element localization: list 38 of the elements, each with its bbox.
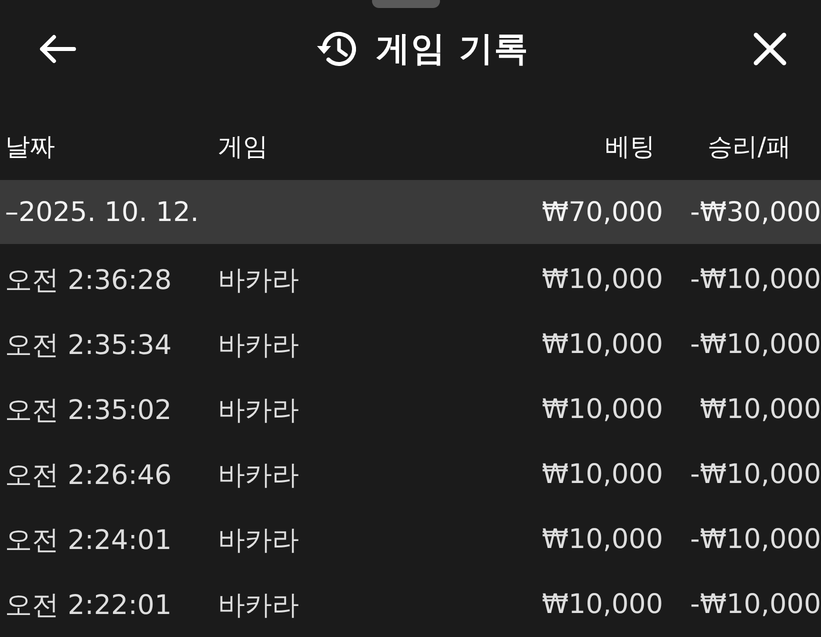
bet-cell: ₩10,000 [542,394,663,425]
game-cell-text: 바카라 [217,458,300,492]
column-header: 베팅 [605,130,656,162]
game-cell-text: 바카라 [217,524,300,558]
result-cell: -₩10,000 [690,264,821,295]
game-cell-text: 바카라 [217,588,300,622]
result-cell: ₩10,000 [700,394,821,425]
game-cell-text: 바카라 [217,264,300,298]
column-header: 날짜 [4,130,56,162]
column-header: 승리/패 [708,130,792,162]
time-cell-text: 오전 2:22:01 [4,588,173,622]
game-cell-text: 바카라 [217,394,300,428]
result-cell: -₩10,000 [690,524,821,555]
bet-cell: ₩10,000 [542,329,663,360]
close-button[interactable] [753,32,787,66]
group-bet-total: ₩70,000 [542,196,663,228]
bet-cell: ₩10,000 [542,589,663,620]
time-cell-text: 오전 2:36:28 [4,264,173,298]
group-date: –2025. 10. 12. [4,196,200,228]
column-header: 게임 [217,130,269,162]
bet-cell: ₩10,000 [542,524,663,555]
date-group-row[interactable]: –2025. 10. 12. ₩70,000 -₩30,000 [0,180,821,244]
bet-cell: ₩10,000 [542,264,663,295]
bet-cell: ₩10,000 [542,459,663,490]
time-cell-text: 오전 2:24:01 [4,524,173,558]
time-cell-text: 오전 2:26:46 [4,458,173,492]
game-cell-text: 바카라 [217,328,300,362]
back-button[interactable] [38,34,76,64]
group-result-total: -₩30,000 [690,196,821,228]
result-cell: -₩10,000 [690,459,821,490]
time-cell-text: 오전 2:35:02 [4,394,173,428]
back-arrow-icon [38,34,76,64]
result-cell: -₩10,000 [690,589,821,620]
time-cell-text: 오전 2:35:34 [4,328,173,362]
close-icon [753,32,787,66]
result-cell: -₩10,000 [690,329,821,360]
window-title: 게임 기록 [376,28,529,71]
history-icon [316,30,356,68]
